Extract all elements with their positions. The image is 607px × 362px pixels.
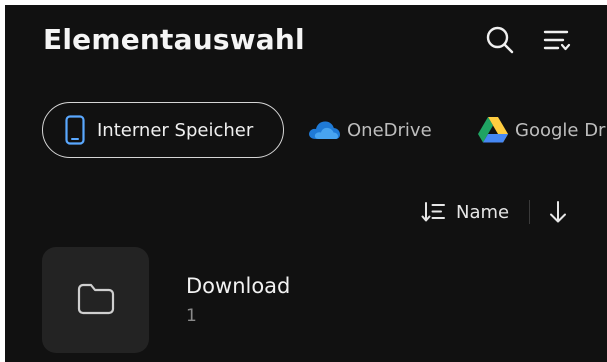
sort-bar: Name — [420, 198, 570, 226]
sort-list-icon — [543, 30, 571, 51]
folder-thumbnail — [42, 247, 149, 353]
onedrive-icon — [309, 121, 340, 139]
chip-label: Google Drive — [515, 119, 607, 141]
chip-onedrive[interactable]: OneDrive — [307, 102, 432, 158]
item-count: 1 — [186, 306, 197, 326]
chip-label: OneDrive — [347, 119, 432, 141]
page-title: Elementauswahl — [43, 23, 305, 56]
chip-internal-storage[interactable]: Interner Speicher — [42, 102, 284, 158]
sort-field-label[interactable]: Name — [456, 202, 509, 223]
phone-icon — [65, 115, 85, 145]
list-sort-button[interactable] — [539, 23, 573, 57]
sort-divider — [529, 200, 531, 224]
arrow-down-icon[interactable] — [546, 199, 570, 225]
storage-location-bar: Interner Speicher OneDrive Google Drive — [41, 102, 607, 158]
list-item-folder[interactable]: Download 1 — [41, 247, 607, 353]
chip-label: Interner Speicher — [97, 119, 254, 141]
sort-type-icon[interactable] — [420, 199, 446, 225]
search-icon — [486, 26, 514, 54]
google-drive-icon — [478, 117, 508, 143]
item-name: Download — [186, 274, 291, 298]
file-picker-screen: Elementauswahl Interner Speicher OneDriv… — [5, 5, 607, 362]
chip-google-drive[interactable]: Google Drive — [477, 102, 607, 158]
folder-icon — [77, 283, 115, 315]
search-button[interactable] — [483, 23, 517, 57]
